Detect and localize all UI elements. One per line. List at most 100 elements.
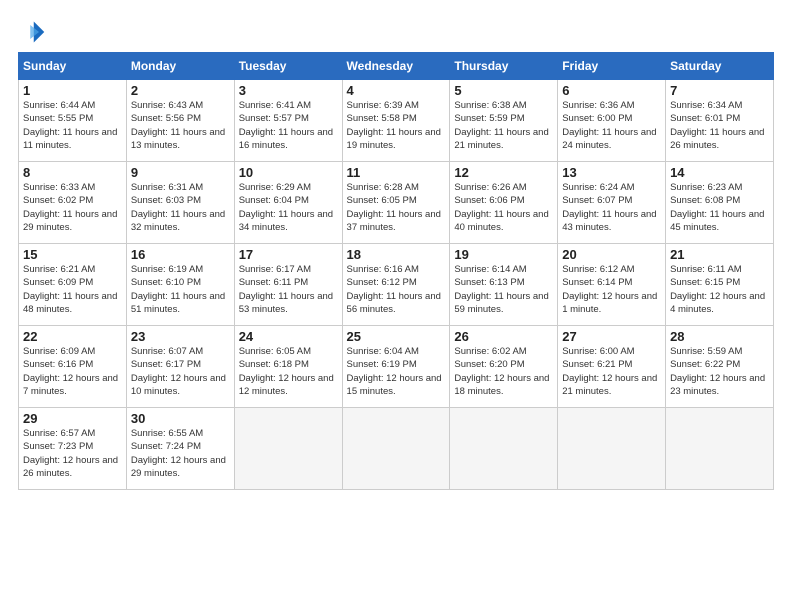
calendar-day-cell: 30Sunrise: 6:55 AMSunset: 7:24 PMDayligh… (126, 408, 234, 490)
calendar-week-row: 29Sunrise: 6:57 AMSunset: 7:23 PMDayligh… (19, 408, 774, 490)
day-info: Sunrise: 6:36 AMSunset: 6:00 PMDaylight:… (562, 99, 661, 152)
calendar-day-cell: 2Sunrise: 6:43 AMSunset: 5:56 PMDaylight… (126, 80, 234, 162)
calendar-header-cell: Wednesday (342, 53, 450, 80)
day-number: 5 (454, 83, 553, 98)
day-number: 26 (454, 329, 553, 344)
day-info: Sunrise: 6:00 AMSunset: 6:21 PMDaylight:… (562, 345, 661, 398)
header (18, 18, 774, 46)
calendar-table: SundayMondayTuesdayWednesdayThursdayFrid… (18, 52, 774, 490)
day-info: Sunrise: 6:39 AMSunset: 5:58 PMDaylight:… (347, 99, 446, 152)
calendar-week-row: 1Sunrise: 6:44 AMSunset: 5:55 PMDaylight… (19, 80, 774, 162)
day-info: Sunrise: 6:17 AMSunset: 6:11 PMDaylight:… (239, 263, 338, 316)
day-number: 11 (347, 165, 446, 180)
calendar-day-cell: 24Sunrise: 6:05 AMSunset: 6:18 PMDayligh… (234, 326, 342, 408)
day-info: Sunrise: 6:44 AMSunset: 5:55 PMDaylight:… (23, 99, 122, 152)
day-info: Sunrise: 6:09 AMSunset: 6:16 PMDaylight:… (23, 345, 122, 398)
day-info: Sunrise: 6:04 AMSunset: 6:19 PMDaylight:… (347, 345, 446, 398)
day-number: 27 (562, 329, 661, 344)
calendar-day-cell (666, 408, 774, 490)
calendar-day-cell: 11Sunrise: 6:28 AMSunset: 6:05 PMDayligh… (342, 162, 450, 244)
calendar-day-cell: 23Sunrise: 6:07 AMSunset: 6:17 PMDayligh… (126, 326, 234, 408)
calendar-day-cell: 16Sunrise: 6:19 AMSunset: 6:10 PMDayligh… (126, 244, 234, 326)
calendar-header-cell: Thursday (450, 53, 558, 80)
logo (18, 18, 50, 46)
day-number: 22 (23, 329, 122, 344)
day-info: Sunrise: 6:23 AMSunset: 6:08 PMDaylight:… (670, 181, 769, 234)
day-number: 8 (23, 165, 122, 180)
calendar-day-cell: 17Sunrise: 6:17 AMSunset: 6:11 PMDayligh… (234, 244, 342, 326)
day-number: 17 (239, 247, 338, 262)
calendar-day-cell (558, 408, 666, 490)
day-info: Sunrise: 6:29 AMSunset: 6:04 PMDaylight:… (239, 181, 338, 234)
day-info: Sunrise: 6:43 AMSunset: 5:56 PMDaylight:… (131, 99, 230, 152)
calendar-header-cell: Friday (558, 53, 666, 80)
calendar-header-cell: Sunday (19, 53, 127, 80)
calendar-week-row: 15Sunrise: 6:21 AMSunset: 6:09 PMDayligh… (19, 244, 774, 326)
calendar-day-cell: 28Sunrise: 5:59 AMSunset: 6:22 PMDayligh… (666, 326, 774, 408)
calendar-day-cell: 13Sunrise: 6:24 AMSunset: 6:07 PMDayligh… (558, 162, 666, 244)
day-number: 4 (347, 83, 446, 98)
day-number: 2 (131, 83, 230, 98)
calendar-day-cell: 7Sunrise: 6:34 AMSunset: 6:01 PMDaylight… (666, 80, 774, 162)
calendar-header-row: SundayMondayTuesdayWednesdayThursdayFrid… (19, 53, 774, 80)
calendar-day-cell (234, 408, 342, 490)
calendar-week-row: 8Sunrise: 6:33 AMSunset: 6:02 PMDaylight… (19, 162, 774, 244)
calendar-day-cell: 18Sunrise: 6:16 AMSunset: 6:12 PMDayligh… (342, 244, 450, 326)
day-info: Sunrise: 6:07 AMSunset: 6:17 PMDaylight:… (131, 345, 230, 398)
day-info: Sunrise: 6:14 AMSunset: 6:13 PMDaylight:… (454, 263, 553, 316)
calendar-day-cell: 25Sunrise: 6:04 AMSunset: 6:19 PMDayligh… (342, 326, 450, 408)
day-number: 25 (347, 329, 446, 344)
day-number: 21 (670, 247, 769, 262)
day-number: 20 (562, 247, 661, 262)
day-number: 7 (670, 83, 769, 98)
calendar-day-cell: 29Sunrise: 6:57 AMSunset: 7:23 PMDayligh… (19, 408, 127, 490)
day-number: 1 (23, 83, 122, 98)
page: SundayMondayTuesdayWednesdayThursdayFrid… (0, 0, 792, 612)
calendar-day-cell (342, 408, 450, 490)
day-number: 24 (239, 329, 338, 344)
day-info: Sunrise: 6:38 AMSunset: 5:59 PMDaylight:… (454, 99, 553, 152)
day-number: 23 (131, 329, 230, 344)
day-number: 15 (23, 247, 122, 262)
calendar-day-cell: 10Sunrise: 6:29 AMSunset: 6:04 PMDayligh… (234, 162, 342, 244)
calendar-day-cell (450, 408, 558, 490)
day-info: Sunrise: 6:19 AMSunset: 6:10 PMDaylight:… (131, 263, 230, 316)
calendar-day-cell: 21Sunrise: 6:11 AMSunset: 6:15 PMDayligh… (666, 244, 774, 326)
calendar-day-cell: 22Sunrise: 6:09 AMSunset: 6:16 PMDayligh… (19, 326, 127, 408)
day-number: 9 (131, 165, 230, 180)
day-info: Sunrise: 6:28 AMSunset: 6:05 PMDaylight:… (347, 181, 446, 234)
calendar-header-cell: Tuesday (234, 53, 342, 80)
day-number: 19 (454, 247, 553, 262)
day-info: Sunrise: 6:26 AMSunset: 6:06 PMDaylight:… (454, 181, 553, 234)
day-info: Sunrise: 6:33 AMSunset: 6:02 PMDaylight:… (23, 181, 122, 234)
calendar-body: 1Sunrise: 6:44 AMSunset: 5:55 PMDaylight… (19, 80, 774, 490)
day-info: Sunrise: 6:02 AMSunset: 6:20 PMDaylight:… (454, 345, 553, 398)
day-number: 30 (131, 411, 230, 426)
day-number: 14 (670, 165, 769, 180)
calendar-day-cell: 20Sunrise: 6:12 AMSunset: 6:14 PMDayligh… (558, 244, 666, 326)
day-info: Sunrise: 6:24 AMSunset: 6:07 PMDaylight:… (562, 181, 661, 234)
day-info: Sunrise: 5:59 AMSunset: 6:22 PMDaylight:… (670, 345, 769, 398)
calendar-day-cell: 3Sunrise: 6:41 AMSunset: 5:57 PMDaylight… (234, 80, 342, 162)
day-number: 16 (131, 247, 230, 262)
day-info: Sunrise: 6:57 AMSunset: 7:23 PMDaylight:… (23, 427, 122, 480)
day-number: 6 (562, 83, 661, 98)
day-info: Sunrise: 6:11 AMSunset: 6:15 PMDaylight:… (670, 263, 769, 316)
day-info: Sunrise: 6:16 AMSunset: 6:12 PMDaylight:… (347, 263, 446, 316)
calendar-day-cell: 4Sunrise: 6:39 AMSunset: 5:58 PMDaylight… (342, 80, 450, 162)
calendar-day-cell: 9Sunrise: 6:31 AMSunset: 6:03 PMDaylight… (126, 162, 234, 244)
day-number: 10 (239, 165, 338, 180)
day-info: Sunrise: 6:21 AMSunset: 6:09 PMDaylight:… (23, 263, 122, 316)
calendar-header-cell: Saturday (666, 53, 774, 80)
calendar-day-cell: 6Sunrise: 6:36 AMSunset: 6:00 PMDaylight… (558, 80, 666, 162)
calendar-day-cell: 19Sunrise: 6:14 AMSunset: 6:13 PMDayligh… (450, 244, 558, 326)
calendar-day-cell: 26Sunrise: 6:02 AMSunset: 6:20 PMDayligh… (450, 326, 558, 408)
day-info: Sunrise: 6:05 AMSunset: 6:18 PMDaylight:… (239, 345, 338, 398)
day-number: 13 (562, 165, 661, 180)
day-info: Sunrise: 6:41 AMSunset: 5:57 PMDaylight:… (239, 99, 338, 152)
calendar-week-row: 22Sunrise: 6:09 AMSunset: 6:16 PMDayligh… (19, 326, 774, 408)
day-info: Sunrise: 6:55 AMSunset: 7:24 PMDaylight:… (131, 427, 230, 480)
day-number: 18 (347, 247, 446, 262)
calendar-day-cell: 8Sunrise: 6:33 AMSunset: 6:02 PMDaylight… (19, 162, 127, 244)
logo-icon (18, 18, 46, 46)
